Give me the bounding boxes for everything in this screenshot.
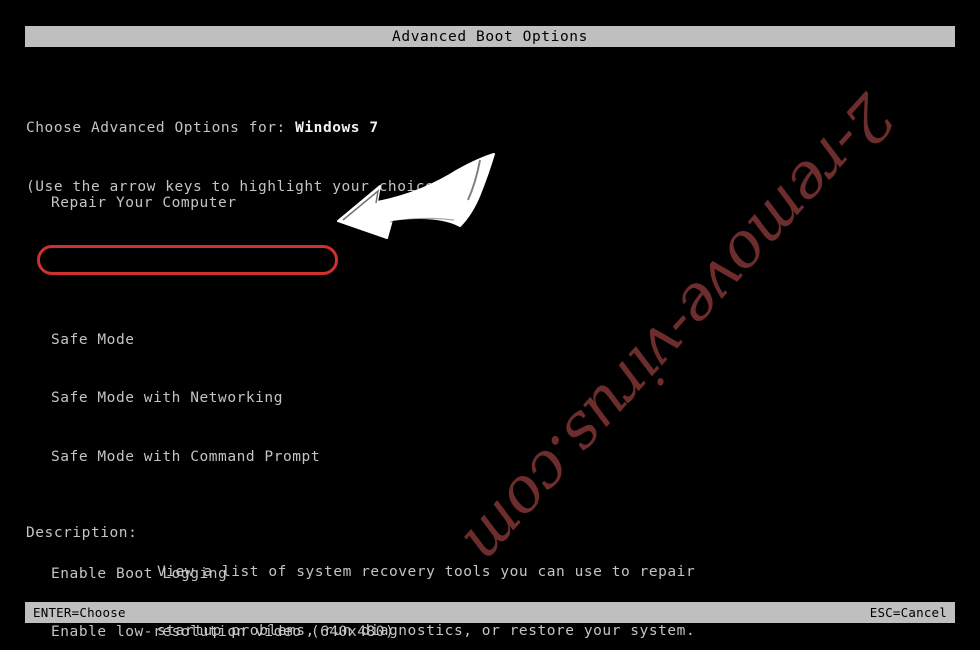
status-bar: ENTER=Choose ESC=Cancel: [25, 602, 955, 623]
status-esc-cancel: ESC=Cancel: [869, 605, 947, 620]
header-line-choose: Choose Advanced Options for: Windows 7: [26, 119, 453, 139]
header-os-name: Windows 7: [295, 120, 379, 136]
menu-item-safe-mode[interactable]: Safe Mode: [51, 331, 450, 351]
boot-options-screen: Advanced Boot Options Choose Advanced Op…: [0, 0, 980, 650]
menu-item-repair-your-computer[interactable]: Repair Your Computer: [51, 194, 450, 214]
menu-item-safe-mode-with-networking[interactable]: Safe Mode with Networking: [51, 389, 450, 409]
window-title-bar: Advanced Boot Options: [25, 26, 955, 47]
menu-item-safe-mode-with-command-prompt[interactable]: Safe Mode with Command Prompt: [51, 448, 450, 468]
description-block: Description: View a list of system recov…: [26, 524, 695, 650]
description-line-1: View a list of system recovery tools you…: [157, 564, 696, 580]
description-line-2: startup problems, run diagnostics, or re…: [157, 622, 696, 639]
description-label: Description:: [26, 525, 138, 541]
window-title: Advanced Boot Options: [392, 28, 588, 45]
menu-spacer: [51, 253, 450, 292]
menu-spacer: [51, 506, 450, 526]
status-enter-choose: ENTER=Choose: [33, 605, 126, 620]
description-text: View a list of system recovery tools you…: [157, 524, 695, 650]
header-choose-prefix: Choose Advanced Options for:: [26, 120, 296, 136]
